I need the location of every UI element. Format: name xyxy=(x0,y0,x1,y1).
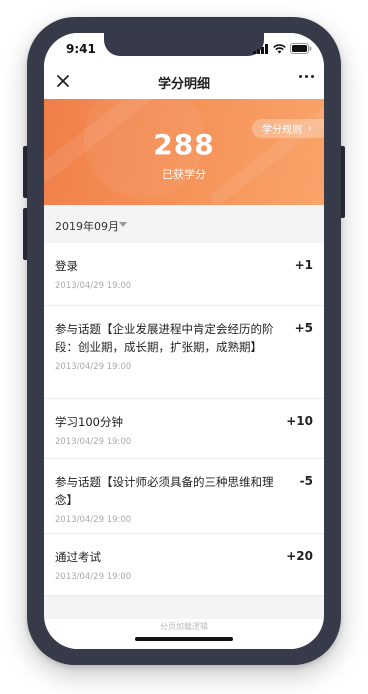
status-time: 9:41 xyxy=(66,42,96,56)
record-title: 学习100分钟 xyxy=(55,415,123,429)
list-item[interactable]: 登录 2013/04/29 19:00 +1 xyxy=(44,243,324,306)
list-item[interactable]: 学习100分钟 2013/04/29 19:00 +10 xyxy=(44,399,324,459)
record-title: 参与话题【设计师必须具备的三种思维和理念】 xyxy=(55,475,274,507)
nav-bar: 学分明细 xyxy=(44,63,324,99)
record-date: 2013/04/29 19:00 xyxy=(55,437,132,447)
status-icons xyxy=(253,43,312,54)
record-title: 通过考试 xyxy=(55,550,101,564)
record-date: 2013/04/29 19:00 xyxy=(55,281,132,291)
phone-screen: 9:41 学分明细 288 已获学分 学分规则 › 2019年09月 登录 20… xyxy=(44,33,324,649)
total-points-label: 已获学分 xyxy=(162,168,206,181)
points-rules-label: 学分规则 xyxy=(262,125,302,136)
list-item[interactable]: 参与话题【设计师必须具备的三种思维和理念】 2013/04/29 19:00 -… xyxy=(44,459,324,534)
record-points: +1 xyxy=(294,258,313,272)
status-bar: 9:41 xyxy=(44,33,324,63)
wifi-icon xyxy=(273,43,286,53)
record-points: +10 xyxy=(286,414,313,428)
home-indicator[interactable] xyxy=(135,637,233,641)
points-rules-button[interactable]: 学分规则 › xyxy=(252,119,324,138)
record-date: 2013/04/29 19:00 xyxy=(55,572,132,582)
pagination-note-text: 分页加载逻辑 xyxy=(160,622,208,631)
points-record-list: 登录 2013/04/29 19:00 +1 参与话题【企业发展进程中肯定会经历… xyxy=(44,243,324,596)
more-icon[interactable] xyxy=(299,75,314,78)
month-filter[interactable]: 2019年09月 xyxy=(44,205,324,243)
signal-icon xyxy=(253,43,268,54)
record-points: +20 xyxy=(286,549,313,563)
record-points: +5 xyxy=(294,321,313,335)
record-date: 2013/04/29 19:00 xyxy=(55,362,132,372)
caret-down-icon xyxy=(119,222,127,227)
month-label: 2019年09月 xyxy=(55,220,119,233)
record-date: 2013/04/29 19:00 xyxy=(55,515,132,525)
battery-icon xyxy=(290,43,312,54)
list-item[interactable]: 通过考试 2013/04/29 19:00 +20 xyxy=(44,534,324,596)
record-title: 登录 xyxy=(55,259,78,273)
pagination-note: 分页加载逻辑 xyxy=(44,619,324,649)
page-title: 学分明细 xyxy=(157,77,210,92)
notch xyxy=(104,33,264,56)
record-title: 参与话题【企业发展进程中肯定会经历的阶段：创业期，成长期，扩张期，成熟期】 xyxy=(55,322,274,354)
record-points: -5 xyxy=(299,474,313,488)
chevron-right-icon: › xyxy=(308,123,312,134)
list-item[interactable]: 参与话题【企业发展进程中肯定会经历的阶段：创业期，成长期，扩张期，成熟期】 20… xyxy=(44,306,324,399)
points-banner: 288 已获学分 学分规则 › xyxy=(44,99,324,205)
